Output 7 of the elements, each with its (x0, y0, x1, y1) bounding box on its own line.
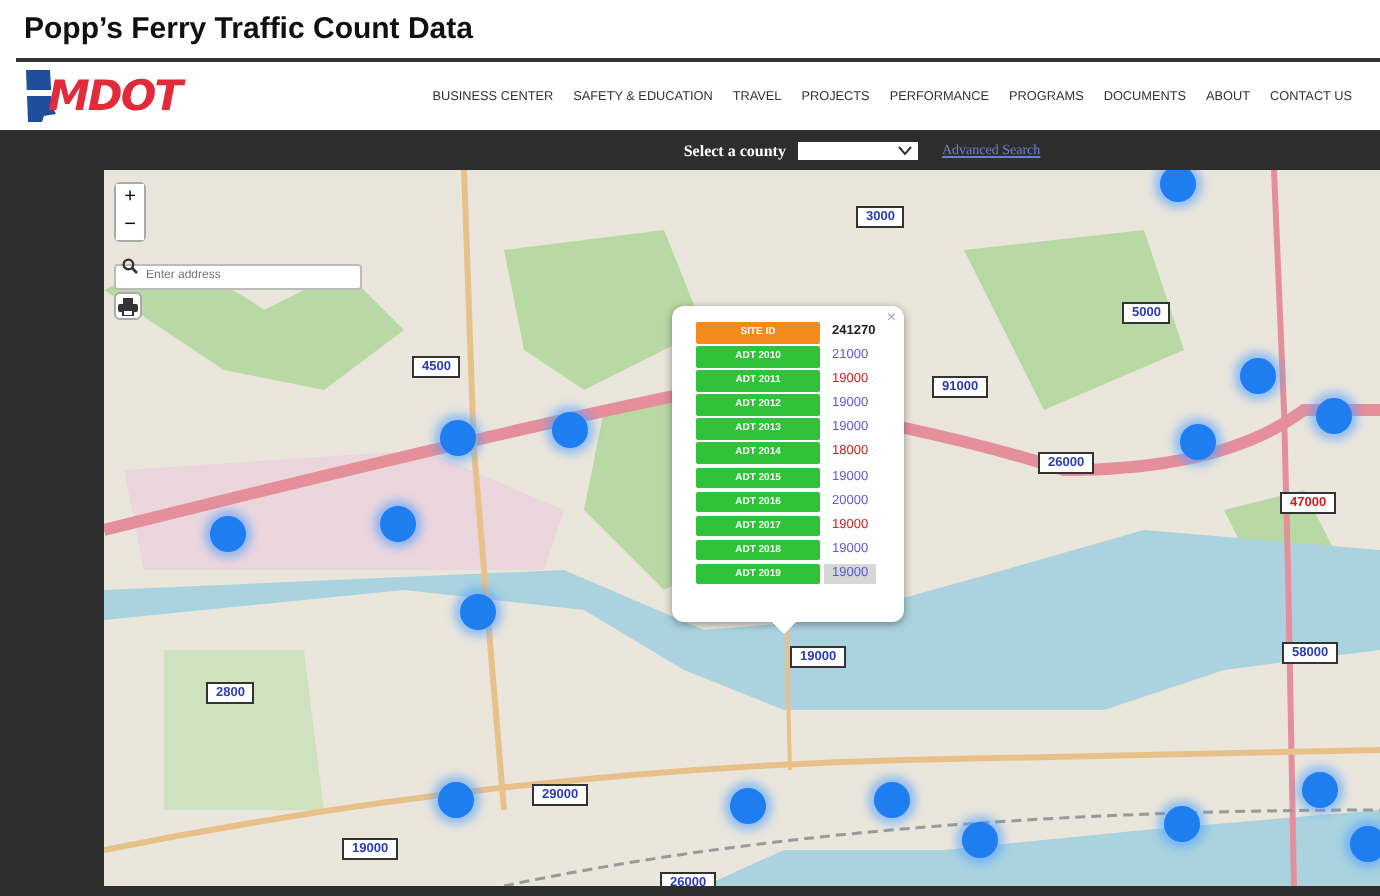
page-title: Popp’s Ferry Traffic Count Data (22, 10, 475, 50)
printer-icon (118, 297, 138, 315)
print-button[interactable] (114, 292, 142, 320)
mdot-logo[interactable]: MDOT (24, 70, 182, 122)
county-label: Select a county (683, 141, 786, 159)
chevron-icon (897, 145, 912, 155)
county-select[interactable] (797, 141, 918, 159)
